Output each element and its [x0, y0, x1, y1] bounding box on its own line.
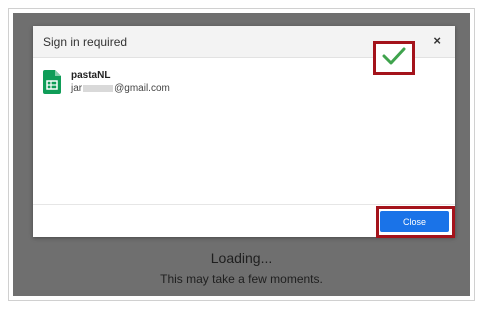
account-email: jar @gmail.com: [71, 83, 170, 94]
dialog-title: Sign in required: [43, 35, 128, 49]
google-sheets-icon: [43, 70, 61, 96]
loading-title: Loading...: [210, 250, 273, 266]
confirm-account-check[interactable]: [373, 41, 415, 75]
email-suffix: @gmail.com: [114, 83, 170, 94]
checkmark-icon: [382, 47, 406, 70]
loading-subtitle: This may take a few moments.: [160, 272, 323, 286]
close-button[interactable]: Close: [380, 211, 449, 232]
account-row[interactable]: pastaNL jar @gmail.com: [43, 70, 343, 100]
email-redaction: [83, 84, 114, 92]
account-name: pastaNL: [71, 70, 111, 81]
close-x-icon[interactable]: ×: [433, 33, 441, 48]
email-prefix: jar: [71, 83, 83, 94]
